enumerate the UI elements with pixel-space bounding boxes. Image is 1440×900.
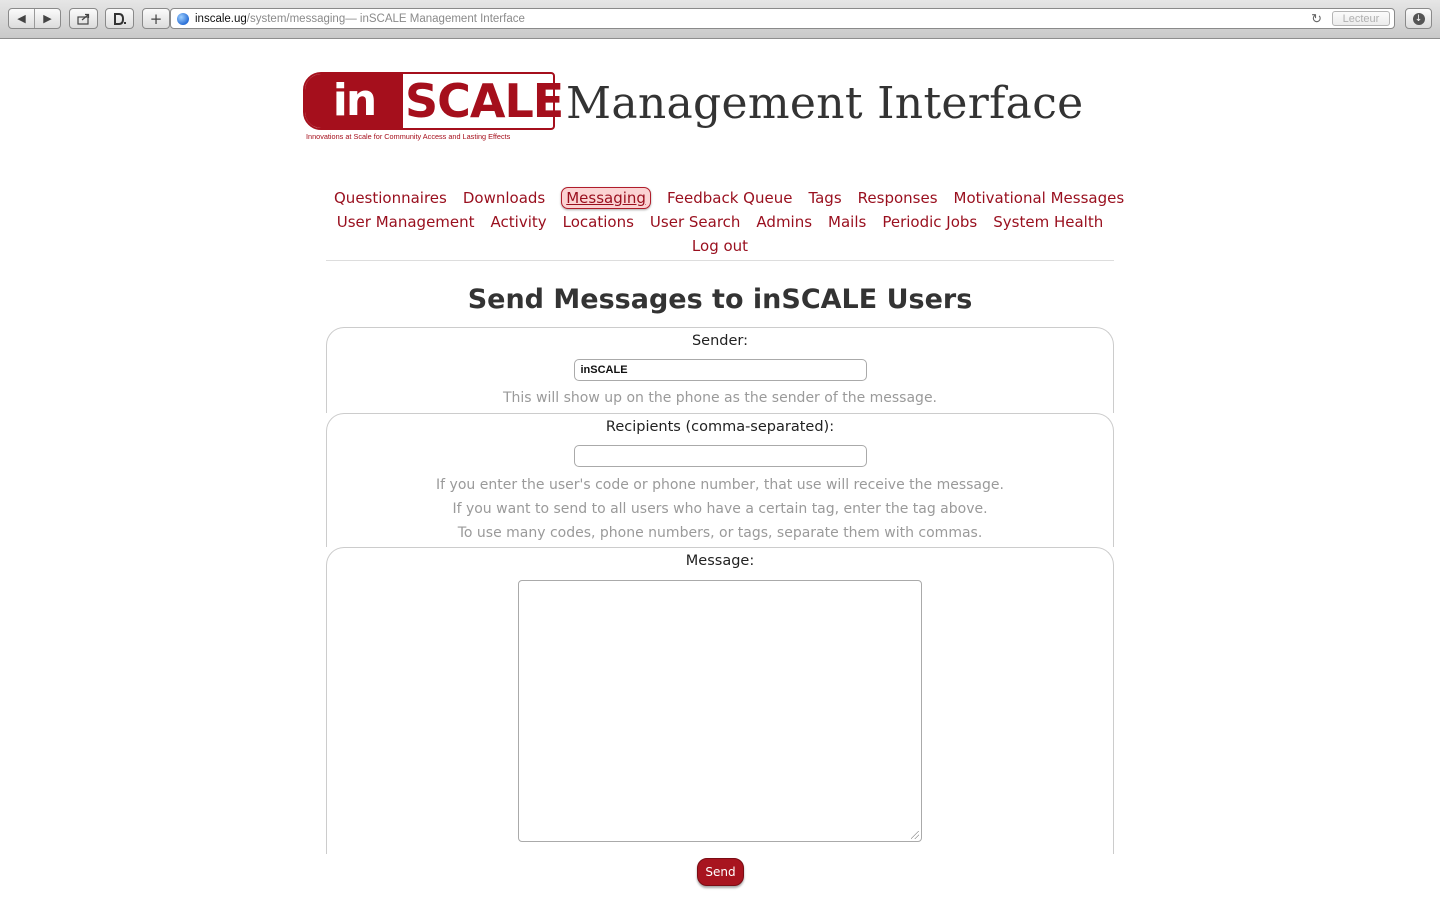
nav-admins[interactable]: Admins xyxy=(756,213,812,231)
nav-tags[interactable]: Tags xyxy=(808,189,841,207)
recipients-section: Recipients (comma-separated): If you ent… xyxy=(326,413,1114,547)
back-icon[interactable]: ◀ xyxy=(9,9,34,28)
forward-icon[interactable]: ▶ xyxy=(34,9,60,28)
inscale-logo: in SCALE xyxy=(303,72,564,130)
main-nav: Questionnaires Downloads Messaging Feedback… xyxy=(326,186,1124,258)
sender-help: This will show up on the phone as the se… xyxy=(502,390,938,406)
nav-responses[interactable]: Responses xyxy=(858,189,938,207)
nav-feedback-queue[interactable]: Feedback Queue xyxy=(667,189,792,207)
nav-motivational-messages[interactable]: Motivational Messages xyxy=(954,189,1125,207)
sender-input[interactable]: inSCALE xyxy=(573,359,867,381)
nav-mails[interactable]: Mails xyxy=(828,213,866,231)
send-button[interactable]: Send xyxy=(697,858,744,886)
site-title: Management Interface xyxy=(566,78,1084,129)
recipients-help-2: If you want to send to all users who hav… xyxy=(452,501,988,517)
recipients-label: Recipients (comma-separated): xyxy=(605,419,835,435)
recipients-input[interactable] xyxy=(573,445,867,467)
sender-label: Sender: xyxy=(691,333,749,349)
nav-messaging[interactable]: Messaging xyxy=(561,187,651,209)
logo-tagline: Innovations at Scale for Community Acces… xyxy=(306,132,511,141)
logo-in: in xyxy=(305,74,403,128)
nav-user-search[interactable]: User Search xyxy=(650,213,741,231)
bookmarklet-button[interactable] xyxy=(105,8,134,29)
nav-row-2: User Management Activity Locations User Sea… xyxy=(326,210,1114,234)
message-textarea[interactable] xyxy=(518,580,922,842)
history-buttons: ◀ ▶ xyxy=(8,8,61,29)
sender-section: Sender: inSCALE This will show up on the… xyxy=(326,327,1114,413)
url-host: inscale.ug xyxy=(195,12,247,25)
nav-questionnaires[interactable]: Questionnaires xyxy=(334,189,447,207)
nav-divider xyxy=(326,260,1114,261)
share-button[interactable] xyxy=(69,8,98,29)
nav-row-3: Log out xyxy=(326,234,1114,258)
bookmarklet-icon xyxy=(113,12,126,25)
message-section: Message: xyxy=(326,547,1114,854)
nav-log-out[interactable]: Log out xyxy=(692,237,748,255)
logo-scale: SCALE xyxy=(405,74,564,128)
browser-toolbar: ◀ ▶ + inscale.ug /system/messaging — inS… xyxy=(0,0,1440,39)
plus-icon: + xyxy=(149,9,163,28)
nav-locations[interactable]: Locations xyxy=(563,213,634,231)
reader-button[interactable]: Lecteur xyxy=(1332,11,1390,26)
nav-activity[interactable]: Activity xyxy=(491,213,547,231)
nav-row-1: Questionnaires Downloads Messaging Feedback… xyxy=(326,186,1124,210)
message-label: Message: xyxy=(685,553,755,569)
download-icon: ↓ xyxy=(1412,12,1425,25)
downloads-button[interactable]: ↓ xyxy=(1405,8,1432,29)
url-title: — inSCALE Management Interface xyxy=(345,12,525,25)
nav-system-health[interactable]: System Health xyxy=(993,213,1103,231)
reload-icon[interactable]: ↻ xyxy=(1311,11,1322,27)
nav-periodic-jobs[interactable]: Periodic Jobs xyxy=(882,213,977,231)
share-icon xyxy=(76,13,89,25)
resize-grip-icon[interactable] xyxy=(911,831,919,839)
recipients-help-1: If you enter the user's code or phone nu… xyxy=(436,477,1004,493)
address-bar[interactable]: inscale.ug /system/messaging — inSCALE M… xyxy=(170,8,1395,29)
nav-user-management[interactable]: User Management xyxy=(337,213,475,231)
nav-downloads[interactable]: Downloads xyxy=(463,189,545,207)
url-path: /system/messaging xyxy=(246,12,346,25)
recipients-help-3: To use many codes, phone numbers, or tag… xyxy=(457,525,983,541)
add-tab-button[interactable]: + xyxy=(142,8,170,29)
globe-icon xyxy=(177,12,189,25)
page-title: Send Messages to inSCALE Users xyxy=(467,284,973,315)
